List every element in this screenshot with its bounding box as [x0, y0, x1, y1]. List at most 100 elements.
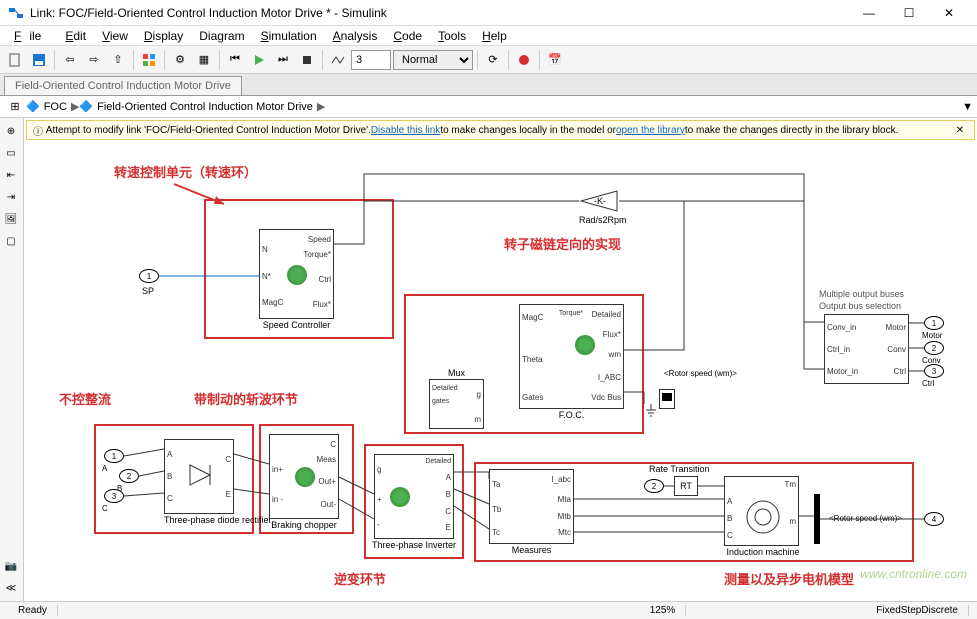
inport-sp[interactable]: 1: [139, 269, 159, 283]
outport-4[interactable]: 4: [924, 512, 944, 526]
block-measures[interactable]: Ta Tb Tc I_abc Mta Mtb Mtc Measures: [489, 469, 574, 544]
config-button[interactable]: ⚙: [169, 49, 191, 71]
infobar-suffix: to make the changes directly in the libr…: [685, 125, 898, 136]
tabbar: Field-Oriented Control Induction Motor D…: [0, 74, 977, 96]
forward-button[interactable]: ⇨: [83, 49, 105, 71]
terminator-icon[interactable]: [659, 389, 675, 409]
menu-display[interactable]: Display: [136, 29, 191, 43]
new-button[interactable]: [4, 49, 26, 71]
breadcrumb-root[interactable]: FOC: [40, 101, 71, 113]
block-braking-chopper[interactable]: in+ in - C Meas Out+ Out- Braking choppe…: [269, 434, 339, 519]
screenshot-button[interactable]: 📷: [2, 557, 20, 575]
block-inverter[interactable]: g + - Detailed A B C E Three-phase Inver…: [374, 454, 454, 539]
block-gain[interactable]: -K- Rad/s2Rpm: [579, 189, 619, 216]
zoom-fit-button[interactable]: ⊕: [2, 122, 20, 140]
nav-right-button[interactable]: ⇥: [2, 188, 20, 206]
annot-rectifier: 不控整流: [59, 389, 111, 408]
maximize-button[interactable]: ☐: [889, 0, 929, 26]
run-button[interactable]: [248, 49, 270, 71]
infobar-link-open[interactable]: open the library: [616, 125, 685, 136]
signal-button[interactable]: [327, 49, 349, 71]
infobar-prefix: Attempt to modify link 'FOC/Field-Orient…: [46, 125, 371, 136]
record-button[interactable]: [513, 49, 535, 71]
breadcrumb-dropdown[interactable]: ▼: [962, 101, 973, 113]
menu-tools[interactable]: Tools: [430, 29, 474, 43]
rotor-speed-tag2: <Rotor speed (wm)>: [664, 369, 737, 378]
ground-icon[interactable]: [644, 404, 658, 423]
stop-button[interactable]: [296, 49, 318, 71]
status-zoom[interactable]: 125%: [640, 605, 687, 616]
watermark: www.cntronline.com: [860, 567, 967, 581]
step-back-button[interactable]: ⏮: [224, 49, 246, 71]
inport-c[interactable]: 3: [104, 489, 124, 503]
inport-b[interactable]: 2: [119, 469, 139, 483]
minimize-button[interactable]: —: [849, 0, 889, 26]
sim-mode-select[interactable]: Normal: [393, 50, 473, 70]
titlebar: Link: FOC/Field-Oriented Control Inducti…: [0, 0, 977, 26]
bottom-button[interactable]: ≪: [2, 579, 20, 597]
block-bus-selection[interactable]: Conv_in Ctrl_in Motor_in Motor Conv Ctrl: [824, 314, 909, 384]
statusbar: Ready 125% FixedStepDiscrete: [0, 601, 977, 619]
menu-edit[interactable]: Edit: [57, 29, 94, 43]
calendar-button[interactable]: 📅: [544, 49, 566, 71]
menu-file[interactable]: File: [6, 29, 57, 43]
block-induction-machine[interactable]: Tm A B C m Induction machine: [724, 476, 799, 546]
tab-model[interactable]: Field-Oriented Control Induction Motor D…: [4, 76, 242, 95]
up-button[interactable]: ⇧: [107, 49, 129, 71]
block-mux[interactable]: Detailed gates g m Mux: [429, 379, 484, 429]
infobar: ⓘ Attempt to modify link 'FOC/Field-Orie…: [26, 120, 975, 140]
model-browser-toggle[interactable]: ⊞: [4, 96, 26, 118]
outport-ctrl[interactable]: 3: [924, 364, 944, 378]
menu-code[interactable]: Code: [385, 29, 430, 43]
bus-title1: Multiple output buses: [819, 289, 904, 299]
rotor-speed-tag: <Rotor speed (wm)>: [829, 514, 902, 523]
block-rate-transition[interactable]: RT: [674, 476, 698, 496]
breadcrumb-icon: 🔷: [26, 100, 40, 113]
block-speed-controller[interactable]: N N* MagC Speed Torque* Ctrl Flux* Speed…: [259, 229, 334, 319]
fast-restart-button[interactable]: ⟳: [482, 49, 504, 71]
close-button[interactable]: ✕: [929, 0, 969, 26]
infobar-mid: to make changes locally in the model or: [440, 125, 616, 136]
window-title: Link: FOC/Field-Oriented Control Inducti…: [30, 6, 849, 20]
breadcrumb-sub[interactable]: Field-Oriented Control Induction Motor D…: [93, 101, 317, 113]
toolbar: ⇦ ⇨ ⇧ ⚙ ▦ ⏮ ⏭ Normal ⟳ 📅: [0, 46, 977, 74]
menu-simulation[interactable]: Simulation: [253, 29, 325, 43]
model-canvas[interactable]: 转速控制单元（转速环） 不控整流 带制动的斩波环节 转子磁链定向的实现 逆变环节…: [24, 144, 977, 601]
infobar-link-disable[interactable]: Disable this link: [371, 125, 440, 136]
back-button[interactable]: ⇦: [59, 49, 81, 71]
area-button[interactable]: ▢: [2, 232, 20, 250]
block-rectifier[interactable]: A B C C E Three-phase diode rectifier: [164, 439, 234, 514]
bus-selector[interactable]: [814, 494, 820, 544]
step-time-input[interactable]: [351, 50, 391, 70]
menu-analysis[interactable]: Analysis: [325, 29, 386, 43]
library-button[interactable]: [138, 49, 160, 71]
nav-left-button[interactable]: ⇤: [2, 166, 20, 184]
image-button[interactable]: 🖼: [2, 210, 20, 228]
simulink-icon: [8, 5, 24, 21]
status-solver[interactable]: FixedStepDiscrete: [866, 605, 969, 616]
bus-title2: Output bus selection: [819, 301, 901, 311]
explorer-button[interactable]: ▦: [193, 49, 215, 71]
svg-text:-K-: -K-: [594, 196, 606, 206]
menu-help[interactable]: Help: [474, 29, 515, 43]
block-foc[interactable]: MagC Theta Gates Detailed Torque* Flux* …: [519, 304, 624, 409]
info-icon: ⓘ: [33, 123, 46, 138]
inport-sp-label: SP: [142, 286, 154, 296]
rate-transition-label: Rate Transition: [649, 464, 710, 474]
infobar-close[interactable]: ✕: [952, 125, 968, 136]
inport-rt[interactable]: 2: [644, 479, 664, 493]
save-button[interactable]: [28, 49, 50, 71]
inport-a[interactable]: 1: [104, 449, 124, 463]
breadcrumb: ⊞ 🔷 FOC ▶ 🔷 Field-Oriented Control Induc…: [0, 96, 977, 118]
outport-motor[interactable]: 1: [924, 316, 944, 330]
outport-conv[interactable]: 2: [924, 341, 944, 355]
menu-view[interactable]: View: [94, 29, 136, 43]
annot-braking: 带制动的斩波环节: [194, 389, 298, 408]
menubar: File Edit View Display Diagram Simulatio…: [0, 26, 977, 46]
status-ready: Ready: [8, 605, 58, 616]
step-forward-button[interactable]: ⏭: [272, 49, 294, 71]
annot-inverter: 逆变环节: [334, 569, 386, 588]
palette-sidebar: ⊕ ▭ ⇤ ⇥ 🖼 ▢ 📷 ≪: [0, 118, 24, 601]
annotate-button[interactable]: ▭: [2, 144, 20, 162]
menu-diagram[interactable]: Diagram: [191, 29, 252, 43]
